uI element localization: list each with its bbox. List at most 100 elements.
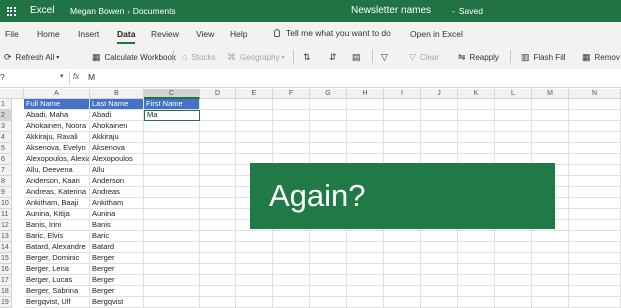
table-cell[interactable] — [310, 242, 347, 253]
table-cell[interactable] — [200, 220, 236, 231]
table-cell[interactable] — [569, 220, 621, 231]
table-cell[interactable] — [532, 121, 569, 132]
table-cell[interactable] — [310, 143, 347, 154]
table-cell[interactable] — [421, 275, 458, 286]
table-cell[interactable] — [421, 264, 458, 275]
table-cell[interactable] — [144, 297, 200, 308]
table-cell[interactable] — [236, 253, 273, 264]
table-cell[interactable] — [532, 297, 569, 308]
table-cell[interactable]: Berger — [90, 253, 144, 264]
tab-view[interactable]: View — [196, 29, 214, 39]
table-cell[interactable] — [310, 264, 347, 275]
row-header[interactable]: 12 — [0, 220, 12, 231]
table-cell[interactable] — [273, 132, 310, 143]
table-cell[interactable] — [200, 231, 236, 242]
row-header[interactable]: 9 — [0, 187, 12, 198]
table-cell[interactable]: Batard, Alexandre — [24, 242, 90, 253]
table-cell[interactable] — [495, 132, 532, 143]
table-cell[interactable] — [384, 242, 421, 253]
table-cell[interactable] — [144, 187, 200, 198]
table-cell[interactable] — [200, 110, 236, 121]
table-cell[interactable]: Batard — [90, 242, 144, 253]
table-cell[interactable] — [384, 143, 421, 154]
row-header[interactable]: 6 — [0, 154, 12, 165]
column-header-l[interactable]: L — [495, 89, 532, 99]
table-cell[interactable] — [458, 99, 495, 110]
table-cell[interactable]: Banis, Irini — [24, 220, 90, 231]
table-cell[interactable] — [200, 286, 236, 297]
table-cell[interactable] — [384, 110, 421, 121]
table-cell[interactable] — [458, 297, 495, 308]
app-name[interactable]: Excel — [30, 5, 54, 16]
table-cell[interactable] — [495, 242, 532, 253]
table-cell[interactable] — [200, 154, 236, 165]
table-cell[interactable] — [495, 253, 532, 264]
table-cell[interactable] — [144, 242, 200, 253]
table-cell[interactable] — [532, 110, 569, 121]
table-cell[interactable] — [532, 143, 569, 154]
table-cell[interactable] — [569, 132, 621, 143]
table-cell[interactable] — [310, 121, 347, 132]
table-cell[interactable] — [384, 231, 421, 242]
tab-data[interactable]: Data — [117, 29, 136, 44]
column-header-n[interactable]: N — [569, 89, 621, 99]
table-cell[interactable] — [421, 242, 458, 253]
table-cell[interactable] — [569, 154, 621, 165]
table-cell[interactable] — [384, 99, 421, 110]
filter-button[interactable]: ▽ — [381, 52, 392, 63]
table-cell[interactable]: Aunina — [90, 209, 144, 220]
table-cell[interactable] — [200, 253, 236, 264]
table-cell[interactable]: Anderson — [90, 176, 144, 187]
table-cell[interactable] — [347, 132, 384, 143]
table-cell[interactable] — [569, 165, 621, 176]
table-cell[interactable] — [347, 121, 384, 132]
table-cell[interactable] — [200, 132, 236, 143]
table-cell[interactable] — [384, 286, 421, 297]
table-cell[interactable] — [569, 121, 621, 132]
tab-home[interactable]: Home — [37, 29, 60, 39]
table-cell[interactable] — [200, 275, 236, 286]
table-cell[interactable] — [384, 264, 421, 275]
table-cell[interactable] — [532, 286, 569, 297]
table-cell[interactable] — [458, 286, 495, 297]
table-cell[interactable] — [200, 242, 236, 253]
table-cell[interactable] — [458, 253, 495, 264]
table-cell[interactable] — [569, 297, 621, 308]
tab-file[interactable]: File — [5, 29, 19, 39]
table-cell[interactable] — [458, 132, 495, 143]
table-cell[interactable] — [144, 209, 200, 220]
table-cell[interactable] — [421, 121, 458, 132]
table-cell[interactable] — [273, 253, 310, 264]
table-cell[interactable]: Ma — [144, 110, 200, 121]
table-cell[interactable] — [144, 143, 200, 154]
table-cell[interactable] — [495, 297, 532, 308]
table-cell[interactable] — [310, 286, 347, 297]
table-cell[interactable] — [569, 231, 621, 242]
table-cell[interactable] — [347, 242, 384, 253]
column-header-a[interactable]: A — [24, 89, 90, 99]
table-cell[interactable]: Banis — [90, 220, 144, 231]
table-cell[interactable] — [144, 264, 200, 275]
row-header[interactable]: 2 — [0, 110, 12, 121]
table-cell[interactable] — [236, 275, 273, 286]
name-box[interactable]: ? — [0, 72, 5, 82]
table-cell[interactable]: Aunina, Kitija — [24, 209, 90, 220]
sort-az-button[interactable]: ⇅ — [303, 52, 315, 63]
row-header[interactable]: 1 — [0, 99, 12, 110]
table-cell[interactable] — [532, 242, 569, 253]
table-cell[interactable] — [200, 176, 236, 187]
table-cell[interactable] — [384, 275, 421, 286]
remove-duplicates-button[interactable]: ▦ Remov — [582, 52, 620, 63]
table-cell[interactable] — [273, 286, 310, 297]
row-header[interactable]: 4 — [0, 132, 12, 143]
table-cell[interactable] — [421, 99, 458, 110]
table-cell[interactable] — [200, 209, 236, 220]
table-cell[interactable] — [236, 231, 273, 242]
table-cell[interactable]: Ankitham, Baaji — [24, 198, 90, 209]
table-cell[interactable] — [347, 143, 384, 154]
table-cell[interactable] — [144, 176, 200, 187]
table-cell[interactable] — [532, 231, 569, 242]
table-cell[interactable] — [236, 143, 273, 154]
table-cell[interactable] — [569, 275, 621, 286]
table-cell[interactable]: Baric, Elvis — [24, 231, 90, 242]
